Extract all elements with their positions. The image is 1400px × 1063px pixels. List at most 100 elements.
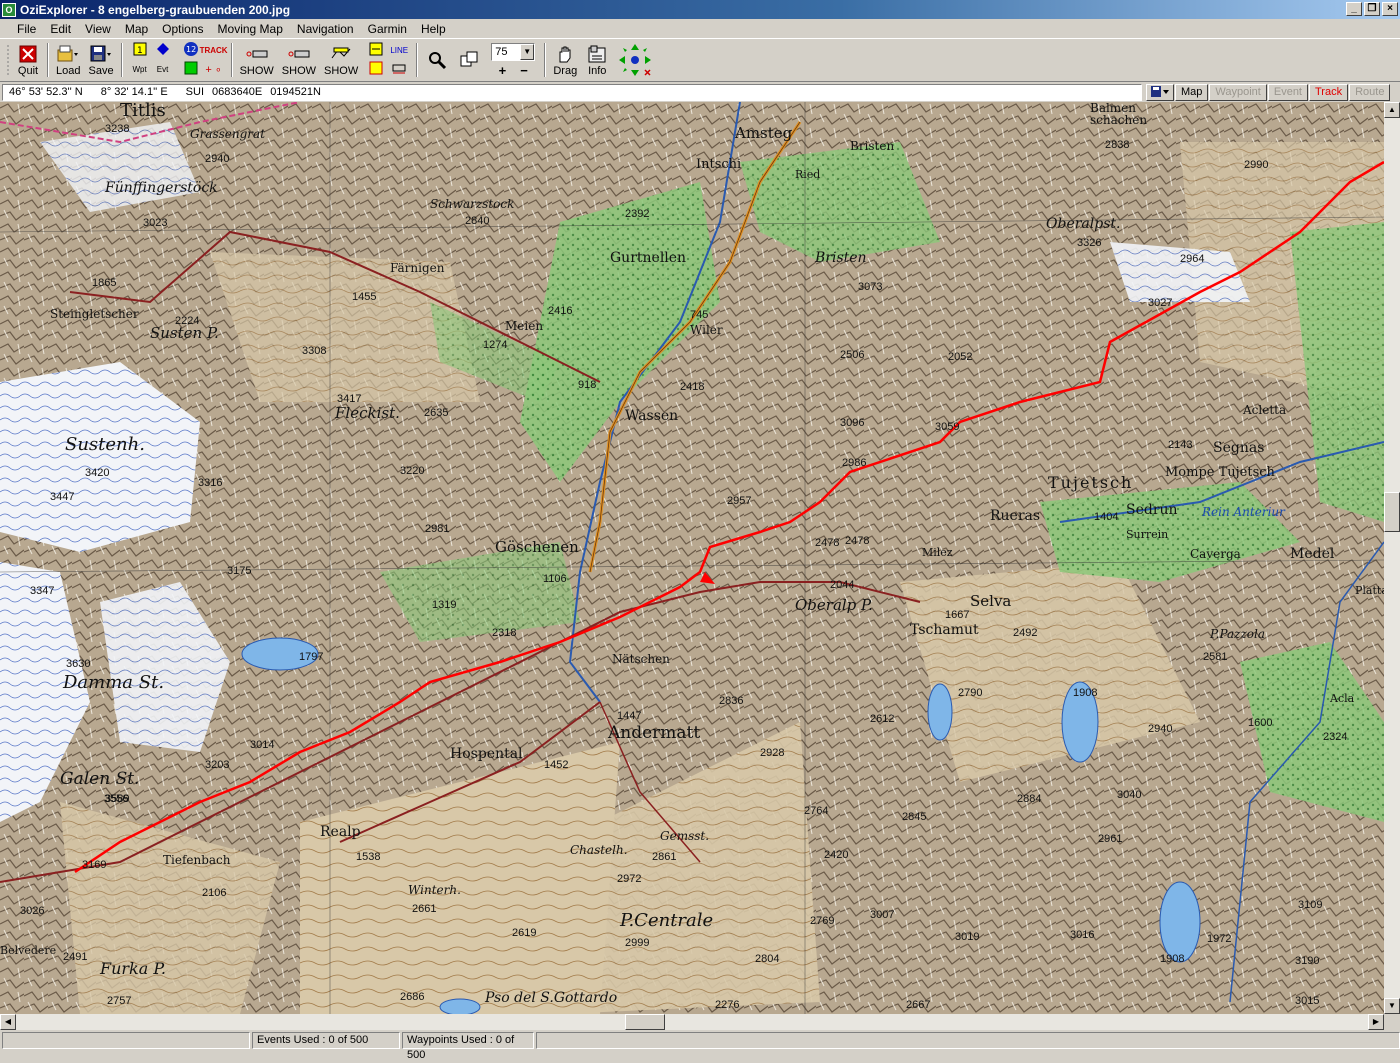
show-waypoints-button[interactable]: SHOW [236, 39, 278, 81]
move-map-button[interactable] [613, 39, 657, 81]
menu-garmin[interactable]: Garmin [361, 22, 414, 36]
map-canvas[interactable]: Titlis Amsteg Balmen schachen Intschi Ri… [0, 102, 1384, 1014]
tab-route[interactable]: Route [1349, 83, 1391, 101]
app-icon: O [2, 2, 16, 17]
elevation-label: 2964 [1180, 253, 1204, 265]
label-oberalp-pass: Oberalp P. [795, 596, 873, 614]
close-button[interactable]: × [1382, 2, 1398, 16]
elevation-label: 1972 [1207, 933, 1231, 945]
map-windows-button[interactable] [453, 39, 485, 81]
elevation-label: 1404 [1094, 511, 1118, 523]
label-rueras: Rueras [990, 508, 1040, 524]
minimize-button[interactable]: _ [1346, 2, 1362, 16]
elevation-label: 3073 [858, 281, 882, 293]
menu-moving-map[interactable]: Moving Map [211, 22, 290, 36]
elevation-label: 2928 [760, 747, 784, 759]
chevron-down-icon[interactable]: ▼ [520, 43, 535, 60]
scroll-right-arrow[interactable]: ▶ [1368, 1014, 1384, 1030]
elevation-label: 2972 [617, 873, 641, 885]
event-tool[interactable] [156, 42, 170, 59]
wpt-label: Wpt [132, 64, 147, 74]
menu-edit[interactable]: Edit [43, 22, 78, 36]
toolbar-separator [544, 43, 547, 77]
menu-help[interactable]: Help [414, 22, 453, 36]
menu-bar: File Edit View Map Options Moving Map Na… [0, 19, 1400, 38]
label-intschi: Intschi [696, 157, 741, 172]
tab-waypoint[interactable]: Waypoint [1209, 83, 1267, 101]
waypoint-tool[interactable]: 1 [133, 42, 147, 59]
horizontal-scrollbar[interactable]: ◀ ▶ [0, 1014, 1384, 1030]
green-square-tool[interactable] [184, 61, 198, 78]
menu-navigation[interactable]: Navigation [290, 22, 361, 36]
label-wiler: Wiler [690, 323, 723, 337]
menu-map[interactable]: Map [118, 22, 155, 36]
label-surrein: Surrein [1126, 528, 1168, 541]
info-label: Info [588, 64, 607, 77]
restore-button[interactable]: ❐ [1364, 2, 1380, 16]
route-number-tool[interactable]: 12 [183, 41, 199, 60]
scroll-up-arrow[interactable]: ▲ [1384, 102, 1400, 118]
label-oberalpstock: Oberalpst. [1046, 216, 1120, 232]
label-bristen-peak: Bristen [814, 250, 867, 266]
menu-options[interactable]: Options [155, 22, 210, 36]
vertical-scroll-thumb[interactable] [1384, 492, 1400, 532]
track-tool[interactable]: TRACK [200, 46, 228, 55]
zoom-select[interactable]: 75 ▼ [491, 42, 536, 61]
elevation-label: 3026 [20, 905, 44, 917]
elevation-label: 2418 [680, 381, 704, 393]
tab-map[interactable]: Map [1175, 83, 1209, 101]
label-tiefenbach: Tiefenbach [163, 853, 231, 867]
menu-file[interactable]: File [10, 22, 43, 36]
map-tool-b[interactable] [368, 60, 384, 79]
show-events-button[interactable]: SHOW [278, 39, 320, 81]
elevation-label: 2686 [400, 991, 424, 1003]
elevation-label: 2224 [175, 315, 199, 327]
elevation-label: 2106 [202, 887, 226, 899]
elevation-label: 2861 [652, 851, 676, 863]
elevation-label: 3023 [143, 217, 167, 229]
save-button[interactable]: Save [84, 39, 117, 81]
elevation-label: 3326 [1077, 237, 1101, 249]
svg-text:1: 1 [137, 46, 143, 56]
events-used: Events Used : 0 of 500 [252, 1032, 400, 1049]
elevation-label: 1447 [617, 710, 641, 722]
show-tracks-button[interactable]: SHOW [320, 39, 362, 81]
horizontal-scroll-thumb[interactable] [625, 1014, 665, 1030]
zoom-out-button[interactable]: − [520, 63, 528, 78]
elevation-label: 2478 [815, 537, 839, 549]
map-tool-c[interactable] [391, 60, 407, 79]
info-button[interactable]: Info [581, 39, 613, 81]
elevation-label: 3203 [205, 759, 229, 771]
elevation-label: 918 [578, 379, 596, 391]
drag-button[interactable]: Drag [549, 39, 581, 81]
find-button[interactable] [421, 39, 453, 81]
scroll-down-arrow[interactable]: ▼ [1384, 998, 1400, 1014]
line-tool[interactable]: LINE [390, 46, 408, 55]
load-button[interactable]: Load [52, 39, 84, 81]
elevation-label: 1865 [92, 277, 116, 289]
quit-icon [17, 44, 39, 64]
elevation-label: 745 [690, 309, 708, 321]
elevation-label: 1455 [352, 291, 376, 303]
elevation-label: 3059 [935, 421, 959, 433]
elevation-label: 1908 [1073, 687, 1097, 699]
elevation-label: 3019 [955, 931, 979, 943]
toolbar-separator [416, 43, 419, 77]
add-point-tool[interactable]: + ∘ [205, 63, 221, 76]
vertical-scrollbar[interactable]: ▲ ▼ [1384, 102, 1400, 1014]
tab-event[interactable]: Event [1267, 83, 1308, 101]
elevation-label: 2324 [1323, 731, 1347, 743]
scroll-left-arrow[interactable]: ◀ [0, 1014, 16, 1030]
tab-track[interactable]: Track [1309, 83, 1349, 101]
quit-button[interactable]: Quit [12, 39, 44, 81]
elevation-label: 3417 [337, 393, 361, 405]
label-steingletscher: Steingletscher [50, 307, 139, 321]
save-dropdown-button[interactable] [1146, 83, 1174, 101]
menu-view[interactable]: View [78, 22, 118, 36]
label-bristen-village: Bristen [850, 139, 894, 153]
label-rein-anteriur: Rein Anteriur [1201, 505, 1286, 519]
map-tool-a[interactable] [368, 41, 384, 60]
elevation-label: 2491 [63, 951, 87, 963]
zoom-in-button[interactable]: + [499, 63, 507, 78]
elevation-label: 2838 [1105, 139, 1129, 151]
